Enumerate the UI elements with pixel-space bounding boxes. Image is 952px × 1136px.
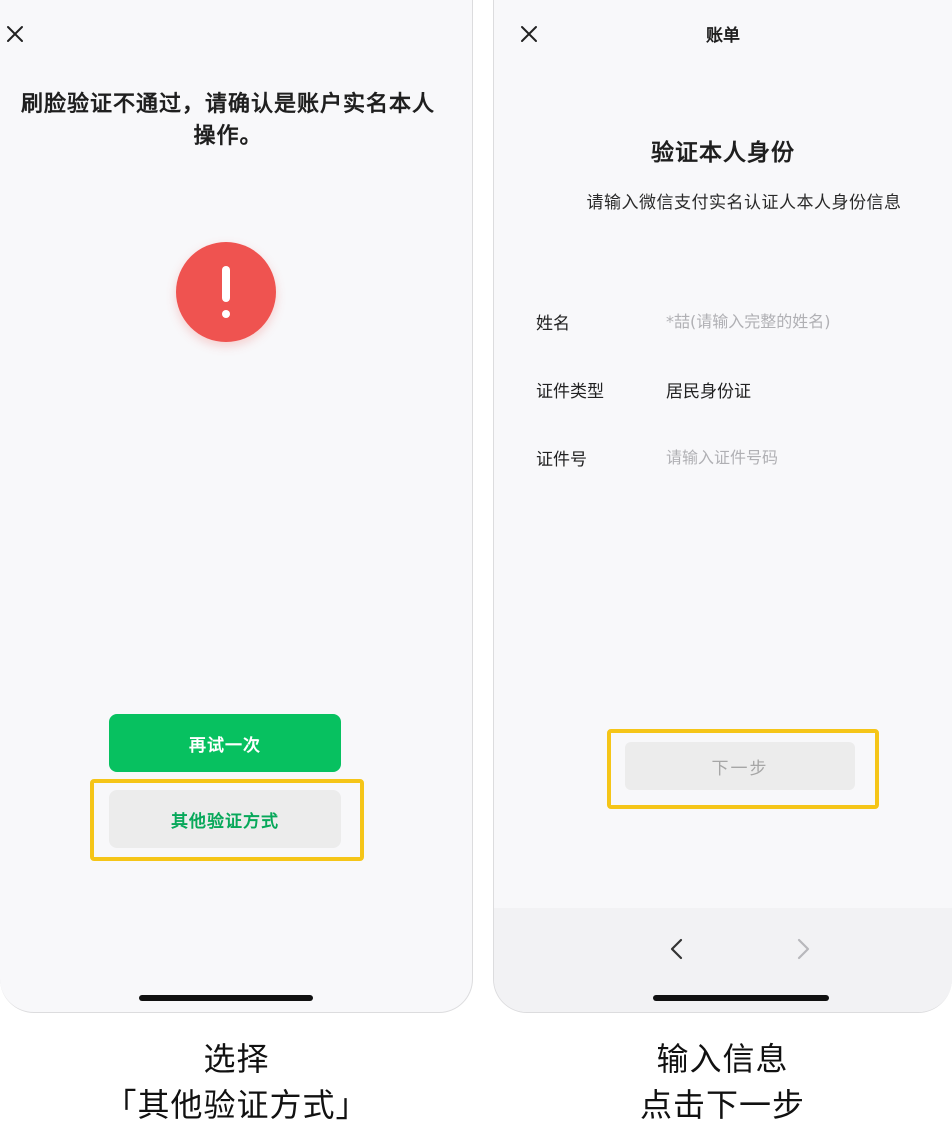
exclamation-icon	[176, 242, 276, 342]
id-number-input[interactable]	[666, 447, 916, 467]
home-indicator	[653, 995, 829, 1001]
close-icon[interactable]	[4, 23, 26, 45]
other-verification-method-button[interactable]: 其他验证方式	[109, 790, 341, 848]
nav-title: 账单	[706, 26, 740, 46]
caption-right: 输入信息 点击下一步	[493, 1036, 952, 1128]
id-type-row[interactable]: 证件类型 居民身份证	[536, 374, 936, 404]
next-step-button[interactable]: 下一步	[625, 742, 855, 790]
verification-failed-message: 刷脸验证不通过，请确认是账户实名本人操作。	[20, 92, 435, 149]
name-row: 姓名	[536, 306, 936, 336]
id-type-label: 证件类型	[536, 381, 604, 402]
name-label: 姓名	[536, 313, 570, 334]
phone-screen-right: 账单 验证本人身份 请输入微信支付实名认证人本人身份信息 姓名 证件类型 居民身…	[493, 0, 952, 1013]
home-indicator	[139, 995, 313, 1001]
page-title: 验证本人身份	[651, 140, 795, 166]
id-number-label: 证件号	[536, 449, 587, 470]
caption-left-line2: 「其他验证方式」	[104, 1086, 369, 1124]
caption-left-line1: 选择	[203, 1040, 270, 1078]
page-subtitle: 请输入微信支付实名认证人本人身份信息	[586, 193, 902, 213]
caption-left: 选择 「其他验证方式」	[0, 1036, 473, 1128]
chevron-left-icon[interactable]	[662, 934, 692, 964]
id-type-value[interactable]: 居民身份证	[666, 377, 751, 402]
id-number-row: 证件号	[536, 442, 936, 472]
retry-button[interactable]: 再试一次	[109, 714, 341, 772]
chevron-right-icon[interactable]	[788, 934, 818, 964]
caption-right-line2: 点击下一步	[639, 1086, 805, 1124]
phone-screen-left: 刷脸验证不通过，请确认是账户实名本人操作。 再试一次 其他验证方式	[0, 0, 473, 1013]
caption-right-line1: 输入信息	[656, 1040, 789, 1078]
name-input[interactable]	[666, 311, 916, 331]
